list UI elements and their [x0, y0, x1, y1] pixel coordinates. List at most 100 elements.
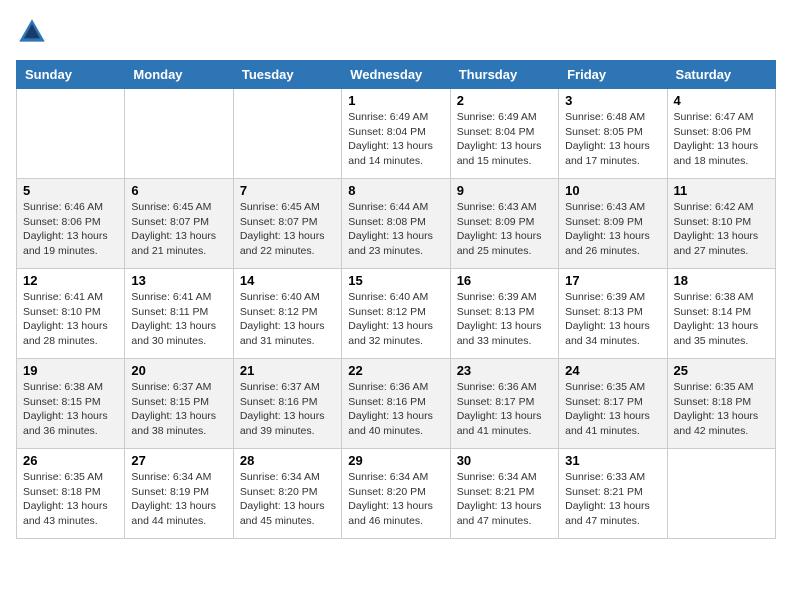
col-header-tuesday: Tuesday — [233, 61, 341, 89]
day-number: 23 — [457, 363, 552, 378]
day-number: 17 — [565, 273, 660, 288]
calendar-cell: 8Sunrise: 6:44 AM Sunset: 8:08 PM Daylig… — [342, 179, 450, 269]
calendar-cell: 4 Sunrise: 6:47 AM Sunset: 8:06 PM Daylig… — [667, 89, 775, 179]
calendar-cell: 28Sunrise: 6:34 AM Sunset: 8:20 PM Dayli… — [233, 449, 341, 539]
calendar-cell: 18Sunrise: 6:38 AM Sunset: 8:14 PM Dayli… — [667, 269, 775, 359]
day-number: 11 — [674, 183, 769, 198]
day-number: 4 — [674, 93, 769, 108]
day-number: 12 — [23, 273, 118, 288]
day-info: Sunrise: 6:34 AM Sunset: 8:21 PM Dayligh… — [457, 470, 552, 529]
day-info: Sunrise: 6:46 AM Sunset: 8:06 PM Dayligh… — [23, 200, 118, 259]
day-number: 24 — [565, 363, 660, 378]
day-number: 29 — [348, 453, 443, 468]
day-number: 13 — [131, 273, 226, 288]
day-number: 7 — [240, 183, 335, 198]
calendar-cell: 31 Sunrise: 6:33 AM Sunset: 8:21 PM Dayli… — [559, 449, 667, 539]
week-row-1: 5Sunrise: 6:46 AM Sunset: 8:06 PM Daylig… — [17, 179, 776, 269]
calendar-cell: 15 Sunrise: 6:40 AM Sunset: 8:12 PM Dayli… — [342, 269, 450, 359]
calendar-cell: 20 Sunrise: 6:37 AM Sunset: 8:15 PM Dayli… — [125, 359, 233, 449]
calendar: SundayMondayTuesdayWednesdayThursdayFrid… — [16, 60, 776, 539]
day-info: Sunrise: 6:34 AM Sunset: 8:20 PM Dayligh… — [348, 470, 443, 529]
calendar-cell: 17Sunrise: 6:39 AM Sunset: 8:13 PM Dayli… — [559, 269, 667, 359]
day-info: Sunrise: 6:35 AM Sunset: 8:17 PM Dayligh… — [565, 380, 660, 439]
calendar-cell: 29 Sunrise: 6:34 AM Sunset: 8:20 PM Dayli… — [342, 449, 450, 539]
day-number: 3 — [565, 93, 660, 108]
calendar-cell — [17, 89, 125, 179]
day-info: Sunrise: 6:38 AM Sunset: 8:14 PM Dayligh… — [674, 290, 769, 349]
calendar-cell: 11Sunrise: 6:42 AM Sunset: 8:10 PM Dayli… — [667, 179, 775, 269]
calendar-cell: 30 Sunrise: 6:34 AM Sunset: 8:21 PM Dayli… — [450, 449, 558, 539]
calendar-cell — [125, 89, 233, 179]
day-number: 25 — [674, 363, 769, 378]
day-info: Sunrise: 6:40 AM Sunset: 8:12 PM Dayligh… — [240, 290, 335, 349]
day-info: Sunrise: 6:41 AM Sunset: 8:10 PM Dayligh… — [23, 290, 118, 349]
col-header-friday: Friday — [559, 61, 667, 89]
calendar-cell: 21 Sunrise: 6:37 AM Sunset: 8:16 PM Dayli… — [233, 359, 341, 449]
day-info: Sunrise: 6:45 AM Sunset: 8:07 PM Dayligh… — [131, 200, 226, 259]
calendar-cell: 14 Sunrise: 6:40 AM Sunset: 8:12 PM Dayli… — [233, 269, 341, 359]
calendar-cell: 26 Sunrise: 6:35 AM Sunset: 8:18 PM Dayli… — [17, 449, 125, 539]
day-info: Sunrise: 6:43 AM Sunset: 8:09 PM Dayligh… — [565, 200, 660, 259]
day-info: Sunrise: 6:45 AM Sunset: 8:07 PM Dayligh… — [240, 200, 335, 259]
calendar-cell: 24 Sunrise: 6:35 AM Sunset: 8:17 PM Dayli… — [559, 359, 667, 449]
day-info: Sunrise: 6:43 AM Sunset: 8:09 PM Dayligh… — [457, 200, 552, 259]
day-info: Sunrise: 6:35 AM Sunset: 8:18 PM Dayligh… — [23, 470, 118, 529]
day-number: 21 — [240, 363, 335, 378]
day-number: 19 — [23, 363, 118, 378]
calendar-cell: 7 Sunrise: 6:45 AM Sunset: 8:07 PM Daylig… — [233, 179, 341, 269]
day-info: Sunrise: 6:34 AM Sunset: 8:20 PM Dayligh… — [240, 470, 335, 529]
day-info: Sunrise: 6:36 AM Sunset: 8:16 PM Dayligh… — [348, 380, 443, 439]
calendar-cell: 9 Sunrise: 6:43 AM Sunset: 8:09 PM Daylig… — [450, 179, 558, 269]
day-number: 6 — [131, 183, 226, 198]
day-info: Sunrise: 6:36 AM Sunset: 8:17 PM Dayligh… — [457, 380, 552, 439]
day-number: 9 — [457, 183, 552, 198]
day-number: 10 — [565, 183, 660, 198]
day-info: Sunrise: 6:33 AM Sunset: 8:21 PM Dayligh… — [565, 470, 660, 529]
day-info: Sunrise: 6:47 AM Sunset: 8:06 PM Dayligh… — [674, 110, 769, 169]
day-number: 1 — [348, 93, 443, 108]
day-number: 20 — [131, 363, 226, 378]
day-number: 16 — [457, 273, 552, 288]
calendar-cell — [233, 89, 341, 179]
logo — [16, 16, 52, 48]
col-header-monday: Monday — [125, 61, 233, 89]
col-header-wednesday: Wednesday — [342, 61, 450, 89]
day-number: 30 — [457, 453, 552, 468]
day-info: Sunrise: 6:37 AM Sunset: 8:15 PM Dayligh… — [131, 380, 226, 439]
day-info: Sunrise: 6:35 AM Sunset: 8:18 PM Dayligh… — [674, 380, 769, 439]
week-row-2: 12 Sunrise: 6:41 AM Sunset: 8:10 PM Dayli… — [17, 269, 776, 359]
day-info: Sunrise: 6:40 AM Sunset: 8:12 PM Dayligh… — [348, 290, 443, 349]
week-row-4: 26 Sunrise: 6:35 AM Sunset: 8:18 PM Dayli… — [17, 449, 776, 539]
day-info: Sunrise: 6:44 AM Sunset: 8:08 PM Dayligh… — [348, 200, 443, 259]
day-number: 14 — [240, 273, 335, 288]
day-number: 31 — [565, 453, 660, 468]
calendar-cell: 1 Sunrise: 6:49 AM Sunset: 8:04 PM Daylig… — [342, 89, 450, 179]
day-number: 22 — [348, 363, 443, 378]
day-info: Sunrise: 6:39 AM Sunset: 8:13 PM Dayligh… — [457, 290, 552, 349]
day-number: 27 — [131, 453, 226, 468]
day-info: Sunrise: 6:48 AM Sunset: 8:05 PM Dayligh… — [565, 110, 660, 169]
day-info: Sunrise: 6:49 AM Sunset: 8:04 PM Dayligh… — [457, 110, 552, 169]
day-number: 2 — [457, 93, 552, 108]
col-header-sunday: Sunday — [17, 61, 125, 89]
calendar-cell: 25 Sunrise: 6:35 AM Sunset: 8:18 PM Dayli… — [667, 359, 775, 449]
day-info: Sunrise: 6:49 AM Sunset: 8:04 PM Dayligh… — [348, 110, 443, 169]
calendar-cell: 19 Sunrise: 6:38 AM Sunset: 8:15 PM Dayli… — [17, 359, 125, 449]
calendar-cell: 3 Sunrise: 6:48 AM Sunset: 8:05 PM Daylig… — [559, 89, 667, 179]
calendar-cell: 2 Sunrise: 6:49 AM Sunset: 8:04 PM Daylig… — [450, 89, 558, 179]
calendar-cell: 27Sunrise: 6:34 AM Sunset: 8:19 PM Dayli… — [125, 449, 233, 539]
day-number: 15 — [348, 273, 443, 288]
calendar-cell: 12 Sunrise: 6:41 AM Sunset: 8:10 PM Dayli… — [17, 269, 125, 359]
day-info: Sunrise: 6:41 AM Sunset: 8:11 PM Dayligh… — [131, 290, 226, 349]
header — [16, 16, 776, 48]
day-info: Sunrise: 6:37 AM Sunset: 8:16 PM Dayligh… — [240, 380, 335, 439]
calendar-cell: 23 Sunrise: 6:36 AM Sunset: 8:17 PM Dayli… — [450, 359, 558, 449]
calendar-cell: 16 Sunrise: 6:39 AM Sunset: 8:13 PM Dayli… — [450, 269, 558, 359]
logo-icon — [16, 16, 48, 48]
calendar-cell: 5Sunrise: 6:46 AM Sunset: 8:06 PM Daylig… — [17, 179, 125, 269]
calendar-cell — [667, 449, 775, 539]
week-row-3: 19 Sunrise: 6:38 AM Sunset: 8:15 PM Dayli… — [17, 359, 776, 449]
day-number: 26 — [23, 453, 118, 468]
calendar-cell: 6 Sunrise: 6:45 AM Sunset: 8:07 PM Daylig… — [125, 179, 233, 269]
day-info: Sunrise: 6:38 AM Sunset: 8:15 PM Dayligh… — [23, 380, 118, 439]
